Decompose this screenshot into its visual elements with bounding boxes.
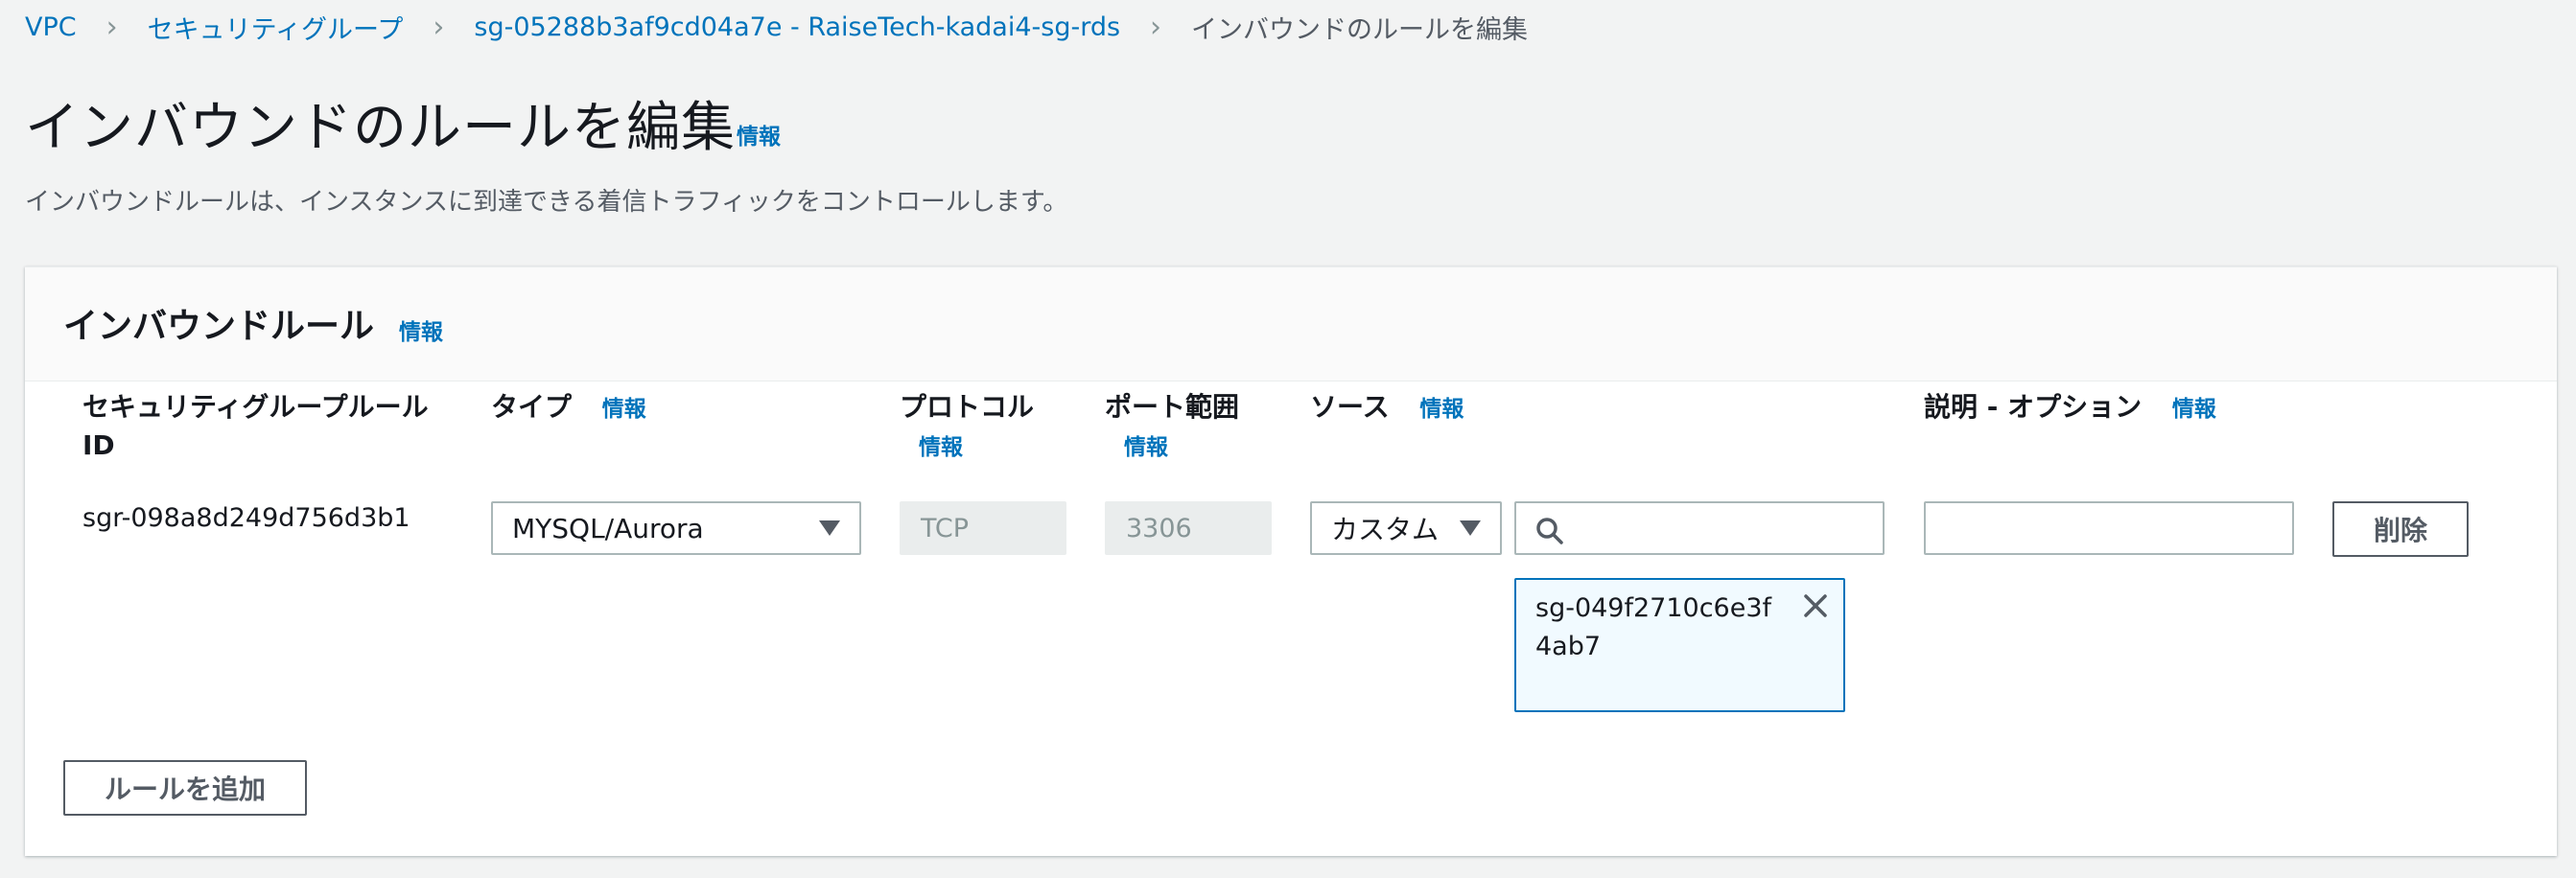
chevron-right-icon: › xyxy=(433,10,445,44)
source-type-value: カスタム xyxy=(1331,514,1440,545)
column-port-range-info-link[interactable]: 情報 xyxy=(1124,435,1168,460)
search-icon xyxy=(1536,518,1563,544)
delete-rule-button[interactable]: 削除 xyxy=(2332,501,2469,557)
type-select[interactable]: MYSQL/Aurora xyxy=(491,501,861,555)
protocol-value: TCP xyxy=(921,513,970,543)
inbound-rules-panel: インバウンドルール 情報 セキュリティグループルール ID タイプ 情報 プロト… xyxy=(25,266,2557,856)
column-source-info-link[interactable]: 情報 xyxy=(1419,397,1464,422)
port-range-value: 3306 xyxy=(1126,513,1192,543)
column-source-label: ソース xyxy=(1310,391,1390,423)
column-rule-id: セキュリティグループルール ID xyxy=(82,388,429,465)
breadcrumb-vpc[interactable]: VPC xyxy=(25,12,77,42)
column-description-info-link[interactable]: 情報 xyxy=(2172,397,2216,422)
chevron-right-icon: › xyxy=(105,10,118,44)
column-protocol: プロトコル 情報 xyxy=(900,388,1034,467)
source-type-select[interactable]: カスタム xyxy=(1310,501,1502,555)
column-rule-id-label-2: ID xyxy=(82,429,115,461)
add-rule-button[interactable]: ルールを追加 xyxy=(63,760,307,816)
caret-down-icon xyxy=(1460,520,1481,536)
port-range-field: 3306 xyxy=(1105,501,1272,555)
column-type-info-link[interactable]: 情報 xyxy=(602,397,646,422)
column-source: ソース 情報 xyxy=(1310,388,1464,428)
column-protocol-info-link[interactable]: 情報 xyxy=(919,435,963,460)
description-input[interactable] xyxy=(1924,501,2294,555)
page-description: インバウンドルールは、インスタンスに到達できる着信トラフィックをコントロールしま… xyxy=(25,188,1068,217)
caret-down-icon xyxy=(819,520,840,536)
rule-id: sgr-098a8d249d756d3b1 xyxy=(82,503,410,533)
column-type: タイプ 情報 xyxy=(491,388,646,428)
column-protocol-label: プロトコル xyxy=(900,391,1035,423)
breadcrumb-security-group[interactable]: sg-05288b3af9cd04a7e - RaiseTech-kadai4-… xyxy=(474,12,1120,42)
chevron-right-icon: › xyxy=(1150,10,1162,44)
column-description-label: 説明 - オプション xyxy=(1924,391,2143,423)
breadcrumb-security-groups[interactable]: セキュリティグループ xyxy=(148,9,404,46)
column-port-range: ポート範囲 情報 xyxy=(1105,388,1239,467)
source-token-label: sg-049f2710c6e3f4ab7 xyxy=(1535,593,1772,661)
column-type-label: タイプ xyxy=(491,391,573,423)
source-token: sg-049f2710c6e3f4ab7 xyxy=(1514,578,1845,712)
column-port-range-label: ポート範囲 xyxy=(1105,391,1240,423)
source-search-input[interactable] xyxy=(1514,501,1885,555)
page-title: インバウンドのルールを編集 xyxy=(25,97,736,159)
breadcrumb-current: インバウンドのルールを編集 xyxy=(1191,14,1529,45)
panel-info-link[interactable]: 情報 xyxy=(399,313,443,346)
type-select-value: MYSQL/Aurora xyxy=(512,512,704,544)
close-icon[interactable] xyxy=(1801,591,1830,620)
breadcrumb: VPC › セキュリティグループ › sg-05288b3af9cd04a7e … xyxy=(25,8,1528,46)
panel-title: インバウンドルール xyxy=(63,307,375,346)
column-rule-id-label: セキュリティグループルール xyxy=(82,391,429,423)
panel-header: インバウンドルール 情報 xyxy=(25,267,2557,381)
column-description: 説明 - オプション 情報 xyxy=(1924,388,2216,428)
protocol-field: TCP xyxy=(900,501,1066,555)
page-info-link[interactable]: 情報 xyxy=(737,118,781,150)
